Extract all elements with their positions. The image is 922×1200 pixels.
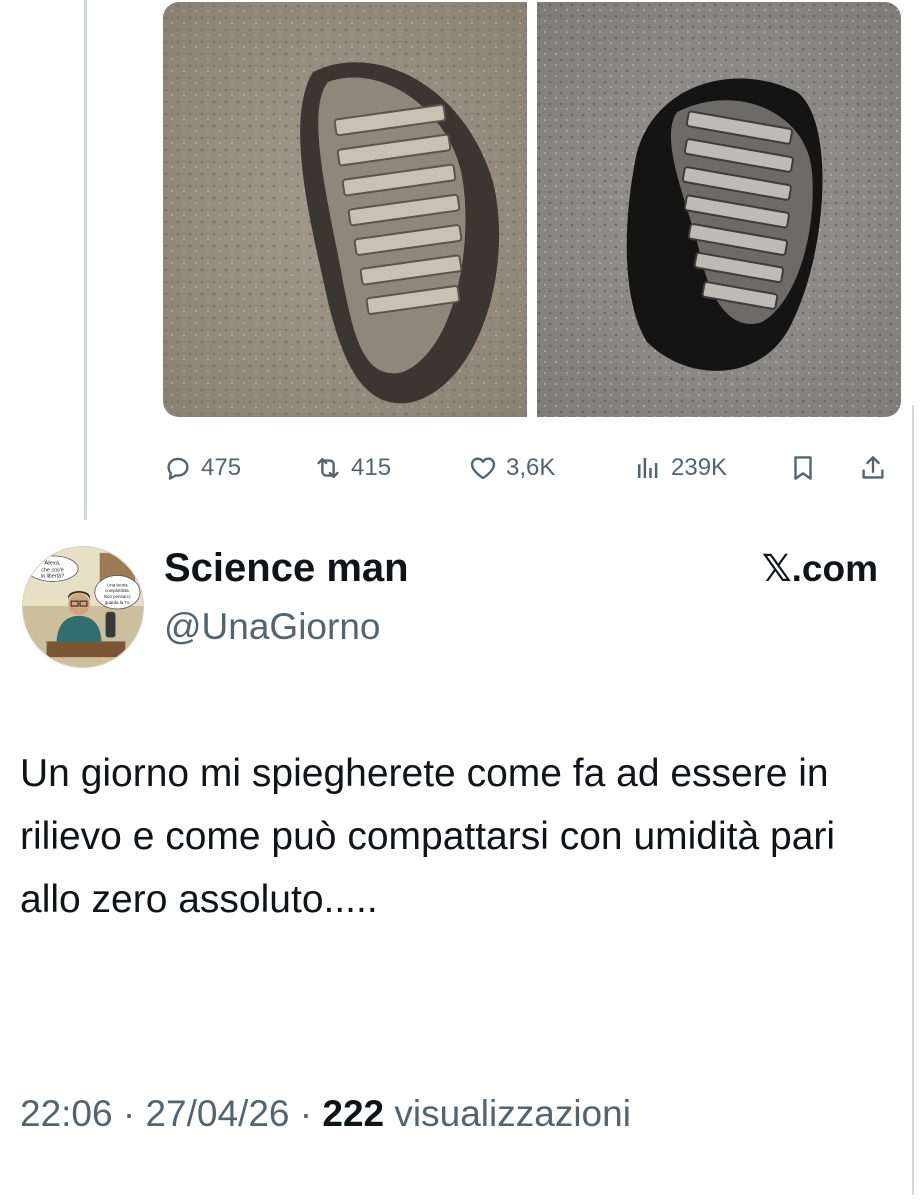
tweet-meta: 22:06 · 27/04/26 · 222 visualizzazioni <box>20 1092 631 1136</box>
share-button[interactable] <box>858 453 896 483</box>
views-count: 239K <box>671 454 728 481</box>
avatar-bubble-text-6: Non pensarci, <box>104 594 131 599</box>
meta-separator: · <box>299 1093 313 1134</box>
tweet-date[interactable]: 27/04/26 <box>145 1093 289 1134</box>
tweet-time[interactable]: 22:06 <box>20 1093 113 1134</box>
like-count: 3,6K <box>506 454 556 481</box>
like-button[interactable]: 3,6K <box>468 453 555 483</box>
bookmark-button[interactable] <box>788 453 826 483</box>
author-handle[interactable]: @UnaGiorno <box>164 605 381 649</box>
retweet-button[interactable]: 415 <box>313 453 391 483</box>
retweet-count: 415 <box>351 454 392 481</box>
heart-icon <box>468 453 498 483</box>
avatar-bubble-text-4: Una teoria <box>107 582 128 587</box>
reply-count: 475 <box>201 454 242 481</box>
meta-separator: · <box>122 1093 136 1134</box>
retweet-icon <box>313 453 343 483</box>
tweet-media-grid[interactable] <box>163 2 901 417</box>
share-icon <box>858 453 888 483</box>
view-label: visualizzazioni <box>394 1093 631 1134</box>
author-display-name[interactable]: Science man <box>164 545 409 591</box>
bar-chart-icon <box>633 453 663 483</box>
moon-bootprint-photo-gray[interactable] <box>537 2 901 417</box>
avatar-bubble-text-3: la libertà? <box>41 573 64 579</box>
views-button[interactable]: 239K <box>633 453 727 483</box>
reply-button[interactable]: 475 <box>163 453 241 483</box>
tweet-text: Un giorno mi spiegherete come fa ad esse… <box>20 752 836 921</box>
view-count: 222 <box>322 1093 385 1134</box>
reply-icon <box>163 453 193 483</box>
avatar-bubble-text-5: complottista. <box>105 588 130 593</box>
avatar[interactable]: Alexa, che cos'è la libertà? Una teoria … <box>22 546 144 668</box>
tweet-action-bar: 475 415 3,6K 239K <box>163 448 895 488</box>
bookmark-icon <box>788 453 818 483</box>
moon-bootprint-photo-color[interactable] <box>163 2 527 417</box>
scroll-indicator[interactable] <box>912 405 914 1195</box>
x-logo-brand: 𝕏.com <box>761 548 878 589</box>
thread-connector-line <box>84 0 87 520</box>
avatar-bubble-text-1: Alexa, <box>44 561 61 567</box>
avatar-bubble-text-7: guarda la Tv. <box>105 600 130 605</box>
